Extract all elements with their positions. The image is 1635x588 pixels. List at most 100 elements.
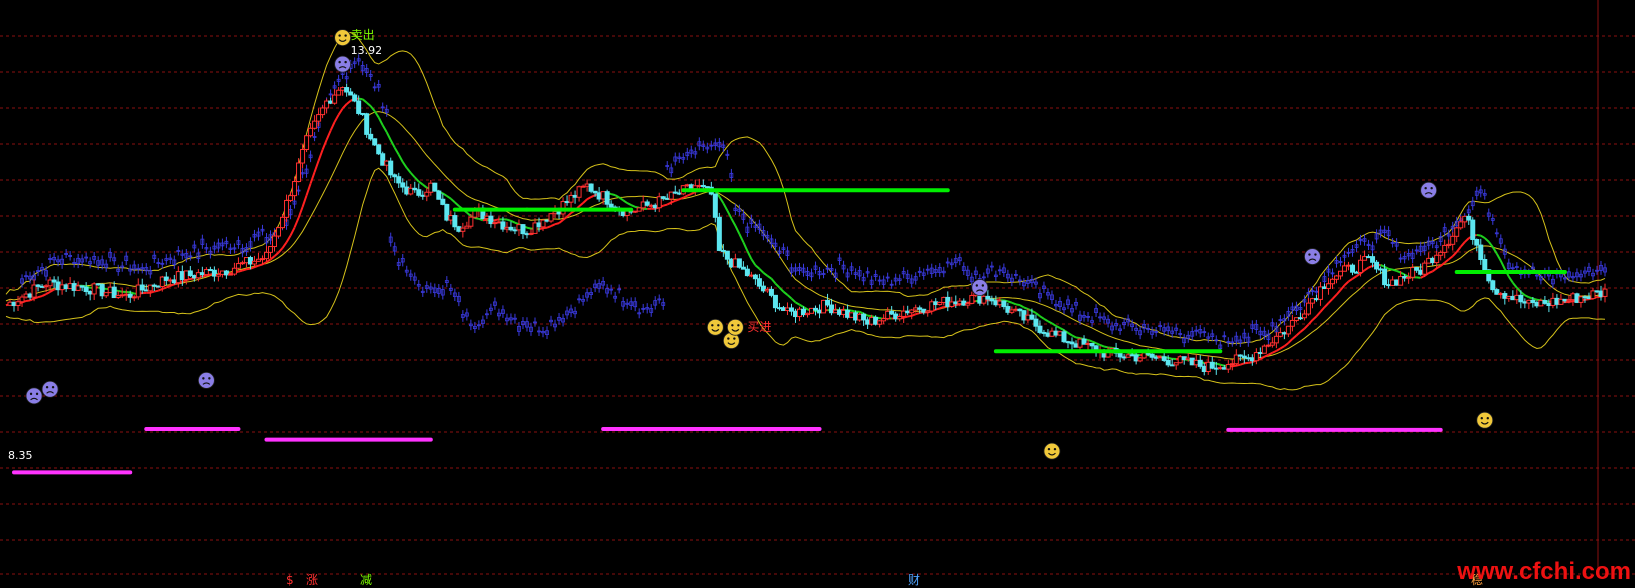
trend-line-segment xyxy=(770,278,777,285)
candle-body xyxy=(1514,294,1520,301)
trend-line-segment xyxy=(514,221,520,226)
trend-line-segment xyxy=(790,297,797,304)
candle-body xyxy=(1041,331,1047,334)
candle-body xyxy=(512,229,518,232)
candle-body xyxy=(243,257,249,264)
candle-body xyxy=(151,284,157,287)
candle-body xyxy=(696,184,702,187)
candle-body xyxy=(588,183,594,192)
candle-body xyxy=(849,312,855,318)
trend-line-segment xyxy=(1311,315,1318,321)
candle-body xyxy=(580,185,586,188)
trend-line-segment xyxy=(377,117,384,126)
candle-body xyxy=(1594,290,1600,293)
candle-body xyxy=(183,270,189,281)
candle-body xyxy=(1277,332,1283,337)
candle-body xyxy=(320,107,326,116)
candle-body xyxy=(123,293,129,296)
candle-body xyxy=(1506,295,1512,299)
candle-body xyxy=(732,258,738,268)
candle-body xyxy=(1542,300,1548,304)
candle-body xyxy=(748,274,754,277)
trend-line-segment xyxy=(41,293,47,297)
trend-line-segment xyxy=(401,161,408,169)
candle-body xyxy=(1293,317,1299,321)
candle-body xyxy=(1037,325,1043,333)
candle-body xyxy=(23,293,29,298)
trend-line-segment xyxy=(414,176,420,183)
trend-line-segment xyxy=(1283,342,1290,347)
candle-body xyxy=(897,315,903,320)
trend-line-segment xyxy=(1440,261,1446,267)
candle-body xyxy=(372,138,378,146)
candle-body xyxy=(155,285,161,288)
candle-body xyxy=(1241,355,1247,359)
trend-line-segment xyxy=(269,255,276,261)
candle-body xyxy=(1406,276,1412,279)
middle-band-line xyxy=(5,111,1606,360)
candle-body xyxy=(768,288,774,296)
candle-body xyxy=(1522,301,1528,304)
face-eye xyxy=(344,60,347,64)
trend-line-segment xyxy=(1011,301,1017,306)
candle-body xyxy=(516,224,522,231)
face-eye xyxy=(208,377,211,380)
face-eye xyxy=(737,324,740,327)
candle-body xyxy=(15,301,21,307)
candle-body xyxy=(1430,257,1436,264)
trend-line-segment xyxy=(630,204,636,208)
candle-body xyxy=(1065,341,1071,344)
candle-body xyxy=(1498,293,1504,296)
trend-line-segment xyxy=(1039,315,1045,320)
candle-body xyxy=(139,284,145,291)
trend-line-segment xyxy=(851,309,856,313)
candle-body xyxy=(408,187,414,195)
trend-line-segment xyxy=(1448,255,1454,261)
candle-body xyxy=(219,270,225,275)
trend-line-segment xyxy=(586,196,592,201)
candle-body xyxy=(1069,341,1075,345)
bottom-marker: $ xyxy=(286,573,294,587)
candle-body xyxy=(544,219,550,222)
candle-body xyxy=(1161,356,1167,361)
candle-body xyxy=(556,211,562,215)
candle-body xyxy=(596,192,602,200)
candle-body xyxy=(1566,299,1572,302)
candle-body xyxy=(1149,353,1155,358)
candle-body xyxy=(1165,359,1171,366)
candle-body xyxy=(187,270,193,276)
candle-body xyxy=(1237,354,1243,357)
candle-body xyxy=(909,309,915,314)
candle-body xyxy=(1249,357,1255,362)
trend-line-segment xyxy=(1023,306,1029,310)
trend-line-segment xyxy=(1400,271,1406,276)
trend-line-segment xyxy=(786,294,793,300)
trend-line-segment xyxy=(293,217,300,228)
candle-body xyxy=(472,210,478,218)
candle-body xyxy=(881,318,887,322)
candle-body xyxy=(905,310,911,314)
candle-body xyxy=(552,211,558,215)
trend-line-segment xyxy=(1396,269,1401,274)
trend-line-segment xyxy=(915,312,920,316)
candle-body xyxy=(925,310,931,313)
trend-line-segment xyxy=(454,201,460,207)
candle-body xyxy=(1562,298,1568,302)
candle-body xyxy=(392,174,398,178)
candle-body xyxy=(837,309,843,315)
candle-body xyxy=(1221,367,1227,370)
price-grid xyxy=(0,0,1635,575)
candle-body xyxy=(644,201,650,206)
face-eye xyxy=(733,337,736,340)
trend-line-segment xyxy=(277,247,284,254)
candle-body xyxy=(1053,330,1059,336)
candle-body xyxy=(652,204,658,209)
candle-body xyxy=(1398,275,1404,286)
candle-body xyxy=(1181,356,1187,361)
candle-body xyxy=(1121,356,1127,359)
candle-body xyxy=(440,198,446,205)
candle-body xyxy=(648,204,654,207)
candle-body xyxy=(1265,344,1271,347)
candle-body xyxy=(1462,215,1468,223)
candle-body xyxy=(47,279,53,287)
